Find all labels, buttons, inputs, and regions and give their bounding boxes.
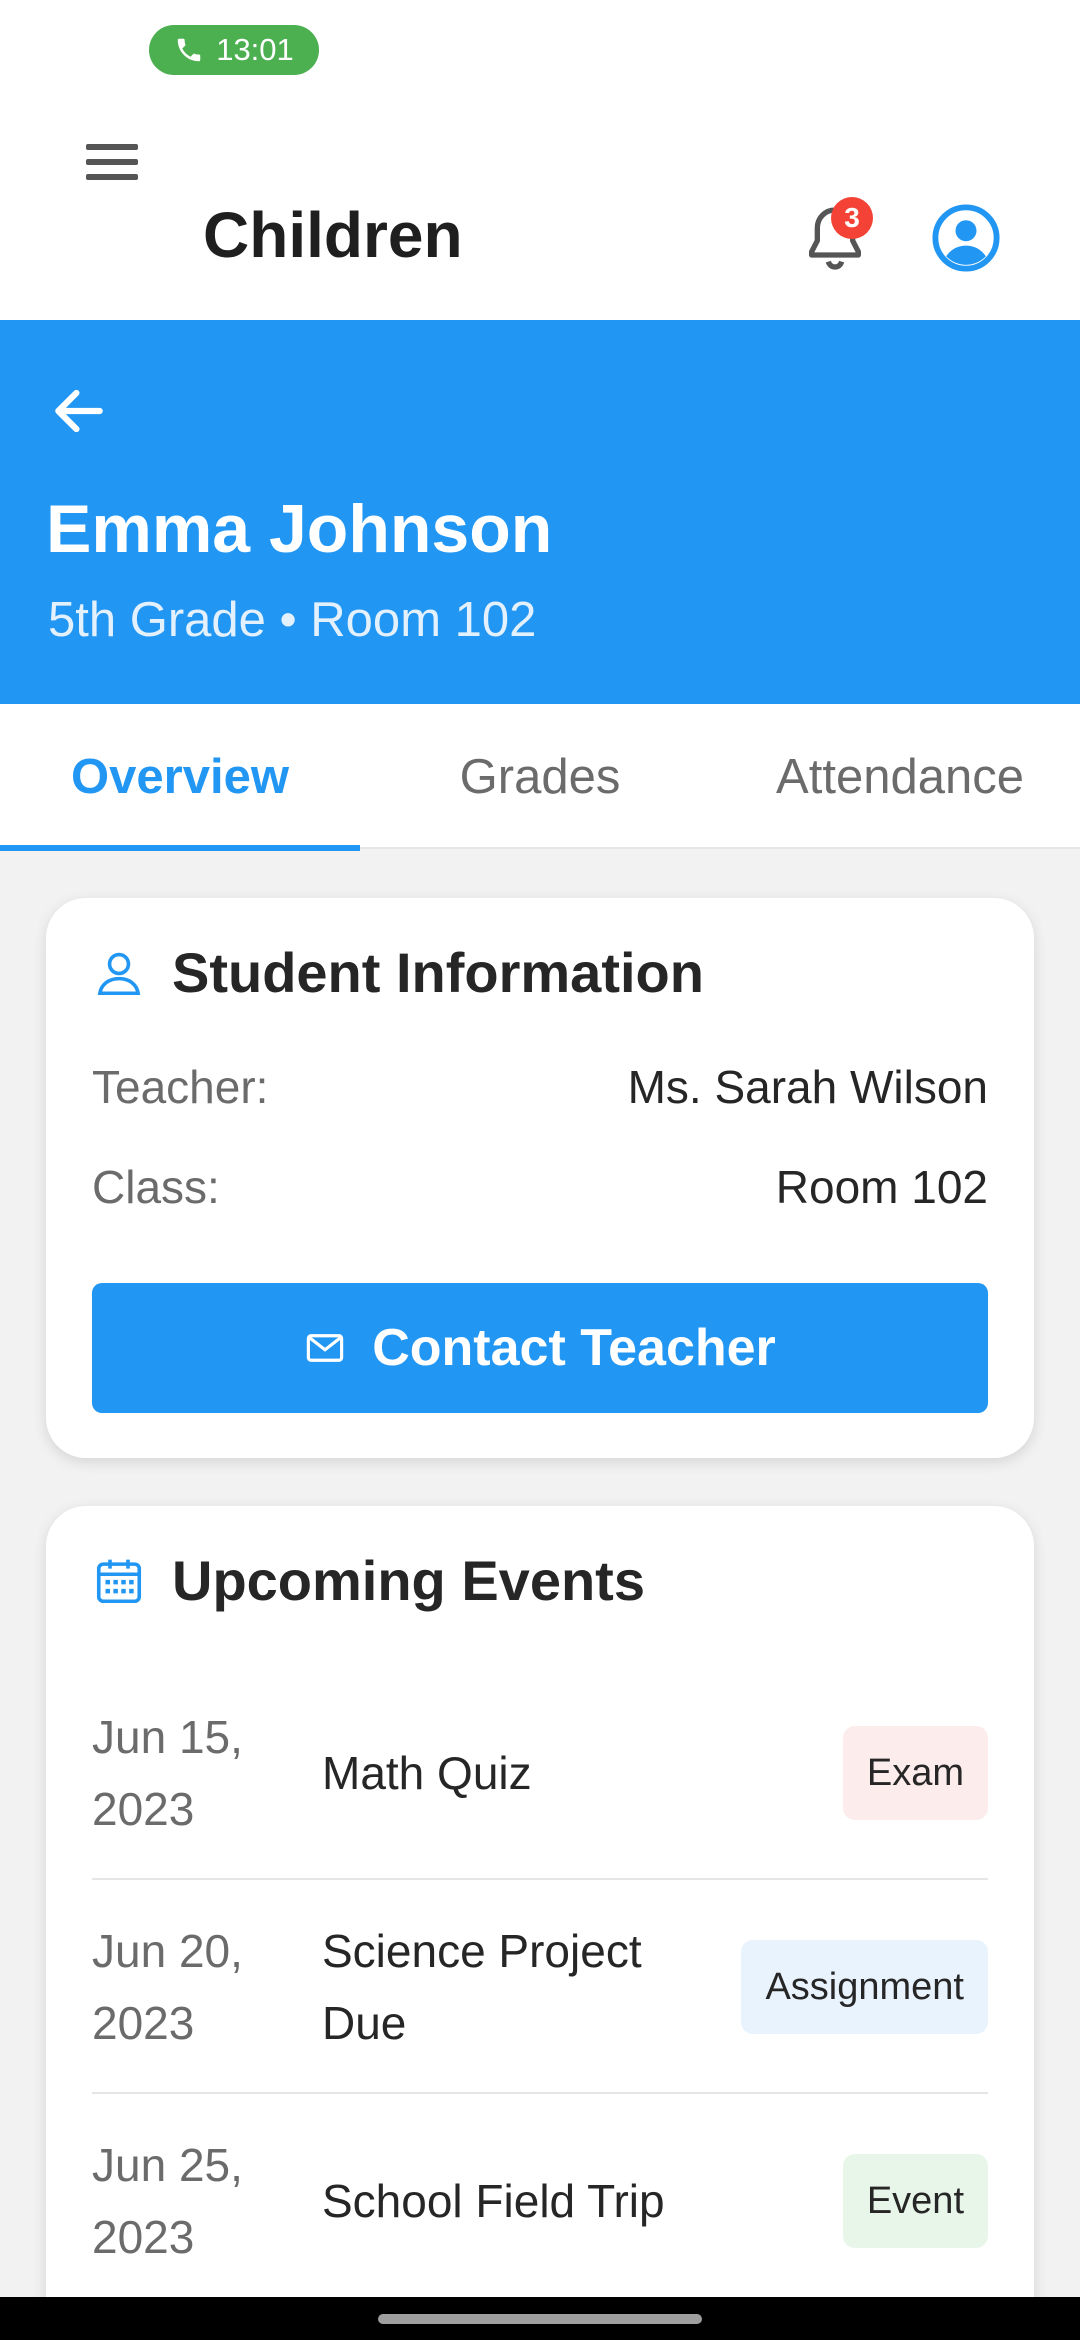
contact-teacher-label: Contact Teacher — [372, 1319, 776, 1377]
events-title: Upcoming Events — [172, 1549, 645, 1612]
contact-teacher-button[interactable]: Contact Teacher — [92, 1283, 988, 1413]
student-info-header: Student Information — [92, 940, 704, 1005]
event-row[interactable]: Jun 15, 2023 Math Quiz Exam — [92, 1666, 988, 1880]
ongoing-call-pill[interactable]: 13:01 — [149, 25, 319, 75]
class-row: Class: Room 102 — [92, 1160, 988, 1214]
teacher-row: Teacher: Ms. Sarah Wilson — [92, 1060, 988, 1114]
status-bar: 13:01 — [0, 0, 1080, 80]
app-bar — [0, 80, 1080, 320]
event-date: Jun 20, 2023 — [92, 1925, 243, 2049]
back-arrow-icon — [55, 389, 103, 433]
system-navigation-bar — [0, 2297, 1080, 2340]
event-date: Jun 25, 2023 — [92, 2139, 243, 2263]
class-value: Room 102 — [775, 1161, 988, 1213]
event-row[interactable]: Jun 25, 2023 School Field Trip Event — [92, 2094, 988, 2308]
screen: 13:01 Children 3 Emma Johnson 5th Grade … — [0, 0, 1080, 2340]
class-label: Class: — [92, 1161, 220, 1213]
phone-icon — [177, 38, 201, 62]
child-grade-room: 5th Grade • Room 102 — [48, 593, 537, 647]
event-type-badge: Event — [842, 2154, 988, 2248]
event-date: Jun 15, 2023 — [92, 1711, 243, 1835]
teacher-label: Teacher: — [92, 1061, 269, 1113]
event-name: Science Project Due — [322, 1925, 642, 2049]
page-title: Children — [203, 199, 463, 271]
tab-bar: Overview Grades Attendance — [0, 704, 1080, 851]
child-name: Emma Johnson — [46, 491, 553, 567]
profile-button[interactable] — [931, 203, 1001, 273]
mail-icon — [307, 1334, 344, 1362]
back-button[interactable] — [48, 380, 110, 442]
teacher-value: Ms. Sarah Wilson — [627, 1061, 988, 1113]
event-name: Math Quiz — [322, 1747, 532, 1799]
person-icon — [97, 952, 141, 995]
event-row[interactable]: Jun 20, 2023 Science Project Due Assignm… — [92, 1880, 988, 2094]
event-type-badge: Assignment — [741, 1940, 988, 2034]
notification-badge: 3 — [831, 197, 873, 239]
tab-overview[interactable]: Overview — [0, 704, 360, 851]
home-gesture-handle[interactable] — [378, 2314, 702, 2324]
events-header: Upcoming Events — [92, 1548, 645, 1613]
menu-button[interactable] — [78, 128, 146, 196]
student-info-card: Student Information Teacher: Ms. Sarah W… — [46, 898, 1034, 1458]
child-header: Emma Johnson 5th Grade • Room 102 — [0, 320, 1080, 704]
upcoming-events-card: Upcoming Events Jun 15, 2023 Math Quiz E… — [46, 1506, 1034, 2340]
tab-attendance[interactable]: Attendance — [720, 704, 1080, 849]
profile-icon — [932, 204, 1000, 272]
tab-grades[interactable]: Grades — [360, 704, 720, 849]
call-time: 13:01 — [216, 32, 294, 67]
calendar-icon — [96, 1559, 142, 1603]
event-name: School Field Trip — [322, 2175, 665, 2227]
event-type-badge: Exam — [842, 1726, 988, 1820]
menu-icon — [86, 144, 138, 180]
student-info-title: Student Information — [172, 941, 704, 1004]
